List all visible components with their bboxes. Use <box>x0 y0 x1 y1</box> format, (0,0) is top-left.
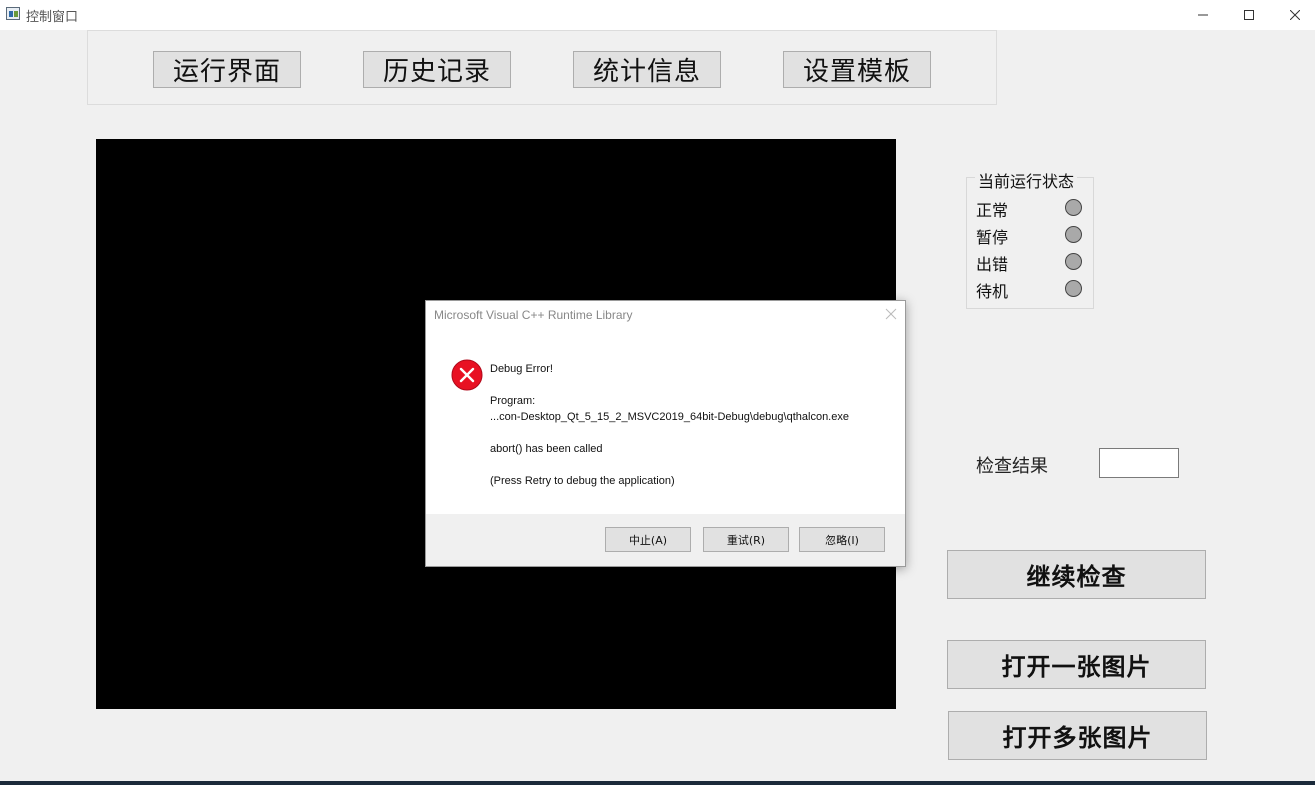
taskbar-edge <box>0 781 1315 785</box>
maximize-icon <box>1244 10 1254 20</box>
status-label-standby: 待机 <box>976 282 1009 301</box>
dialog-line: abort() has been called <box>490 443 603 455</box>
maximize-button[interactable] <box>1226 0 1272 30</box>
close-button[interactable] <box>1272 0 1315 30</box>
dialog-line: ...con-Desktop_Qt_5_15_2_MSVC2019_64bit-… <box>490 411 849 423</box>
status-label-error: 出错 <box>976 255 1009 274</box>
window-title: 控制窗口 <box>26 10 79 25</box>
open-multiple-images-button[interactable]: 打开多张图片 <box>948 711 1207 760</box>
status-label-paused: 暂停 <box>976 228 1009 247</box>
result-value-box <box>1099 448 1179 478</box>
tab-template-settings[interactable]: 设置模板 <box>783 51 931 88</box>
ignore-button[interactable]: 忽略(I) <box>799 527 885 552</box>
status-row-normal: 正常 <box>976 197 1088 220</box>
main-window: 控制窗口 运行界面 历史记录 统计信息 设置模板 当前运行状态 正常 暂停 出错… <box>0 0 1315 785</box>
status-row-error: 出错 <box>976 251 1088 274</box>
open-one-image-button[interactable]: 打开一张图片 <box>947 640 1206 689</box>
dialog-line: (Press Retry to debug the application) <box>490 475 675 487</box>
dialog-message: Debug Error! Program: ...con-Desktop_Qt_… <box>490 361 890 489</box>
app-window-icon <box>6 7 20 20</box>
status-led-standby <box>1065 280 1082 297</box>
tab-bar: 运行界面 历史记录 统计信息 设置模板 <box>87 30 997 105</box>
dialog-line <box>490 377 890 393</box>
status-led-normal <box>1065 199 1082 216</box>
close-icon <box>1290 10 1300 20</box>
result-label: 检查结果 <box>976 456 1048 477</box>
minimize-icon <box>1198 14 1208 16</box>
status-led-paused <box>1065 226 1082 243</box>
status-row-paused: 暂停 <box>976 224 1088 247</box>
dialog-close-icon[interactable] <box>885 308 897 320</box>
status-label-normal: 正常 <box>976 201 1009 220</box>
retry-button[interactable]: 重试(R) <box>703 527 789 552</box>
error-icon <box>451 359 483 391</box>
status-led-error <box>1065 253 1082 270</box>
dialog-line <box>490 425 890 441</box>
runtime-error-dialog: Microsoft Visual C++ Runtime Library Deb… <box>425 300 906 567</box>
dialog-button-bar: 中止(A) 重试(R) 忽略(I) <box>426 514 905 566</box>
minimize-button[interactable] <box>1180 0 1226 30</box>
status-row-standby: 待机 <box>976 278 1088 301</box>
continue-check-button[interactable]: 继续检查 <box>947 550 1206 599</box>
tab-statistics[interactable]: 统计信息 <box>573 51 721 88</box>
abort-button[interactable]: 中止(A) <box>605 527 691 552</box>
status-group-title: 当前运行状态 <box>975 168 1078 192</box>
dialog-title: Microsoft Visual C++ Runtime Library <box>434 308 633 322</box>
tab-run-view[interactable]: 运行界面 <box>153 51 301 88</box>
title-bar: 控制窗口 <box>0 0 1315 30</box>
dialog-line: Debug Error! <box>490 363 553 375</box>
tab-history[interactable]: 历史记录 <box>363 51 511 88</box>
dialog-line: Program: <box>490 395 536 407</box>
dialog-line <box>490 457 890 473</box>
